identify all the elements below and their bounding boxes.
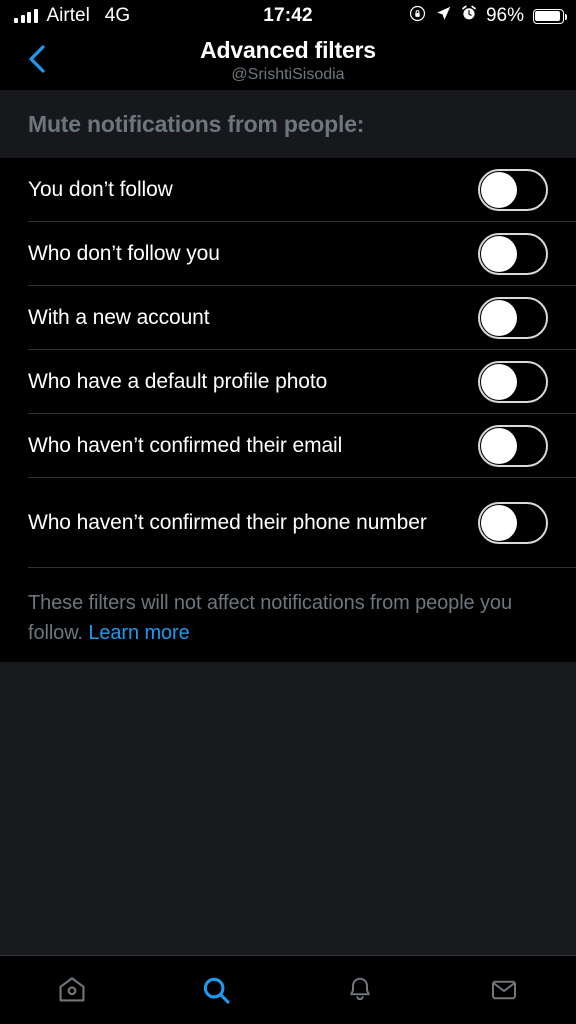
- setting-label: Who don’t follow you: [28, 242, 220, 265]
- battery-icon: [533, 8, 568, 24]
- setting-row-unconfirmed-phone[interactable]: Who haven’t confirmed their phone number: [0, 478, 576, 568]
- tab-search[interactable]: [144, 956, 288, 1024]
- setting-label: You don’t follow: [28, 178, 173, 201]
- settings-panel: You don’t follow Who don’t follow you Wi…: [0, 158, 576, 662]
- phone-screen: Airtel 4G 17:42 96% Advanced filters @Sr…: [0, 0, 576, 1024]
- tab-bar: [0, 955, 576, 1024]
- toggle-with-a-new-account[interactable]: [478, 297, 548, 339]
- location-arrow-icon: [435, 5, 452, 28]
- setting-row-who-dont-follow-you[interactable]: Who don’t follow you: [0, 222, 576, 286]
- setting-label: Who have a default profile photo: [28, 370, 328, 393]
- tab-messages[interactable]: [432, 956, 576, 1024]
- toggle-unconfirmed-phone[interactable]: [478, 502, 548, 544]
- account-handle: @SrishtiSisodia: [231, 66, 345, 83]
- search-icon: [200, 974, 232, 1006]
- toggle-unconfirmed-email[interactable]: [478, 425, 548, 467]
- setting-row-you-dont-follow[interactable]: You don’t follow: [0, 158, 576, 222]
- battery-percent: 96%: [485, 5, 524, 26]
- setting-label: Who haven’t confirmed their email: [28, 434, 343, 457]
- setting-label: Who haven’t confirmed their phone number: [28, 511, 427, 534]
- toggle-who-dont-follow-you[interactable]: [478, 233, 548, 275]
- section-header: Mute notifications from people:: [0, 90, 576, 158]
- bell-icon: [345, 975, 375, 1005]
- nav-title-group: Advanced filters @SrishtiSisodia: [0, 36, 576, 85]
- envelope-icon: [489, 975, 519, 1005]
- learn-more-link[interactable]: Learn more: [88, 622, 189, 644]
- setting-label: With a new account: [28, 306, 210, 329]
- toggle-you-dont-follow[interactable]: [478, 169, 548, 211]
- setting-row-default-profile-photo[interactable]: Who have a default profile photo: [0, 350, 576, 414]
- section-header-label: Mute notifications from people:: [28, 110, 365, 137]
- rotation-lock-icon: [409, 5, 426, 28]
- home-icon: [56, 974, 88, 1006]
- setting-row-unconfirmed-email[interactable]: Who haven’t confirmed their email: [0, 414, 576, 478]
- footnote: These filters will not affect notificati…: [0, 568, 576, 648]
- nav-bar: Advanced filters @SrishtiSisodia: [0, 32, 576, 90]
- page-title: Advanced filters: [200, 37, 376, 63]
- setting-row-with-a-new-account[interactable]: With a new account: [0, 286, 576, 350]
- alarm-clock-icon: [461, 5, 477, 27]
- status-bar: Airtel 4G 17:42 96%: [0, 0, 576, 32]
- toggle-default-profile-photo[interactable]: [478, 361, 548, 403]
- tab-notifications[interactable]: [288, 956, 432, 1024]
- tab-home[interactable]: [0, 956, 144, 1024]
- status-bar-right: 96%: [409, 5, 568, 28]
